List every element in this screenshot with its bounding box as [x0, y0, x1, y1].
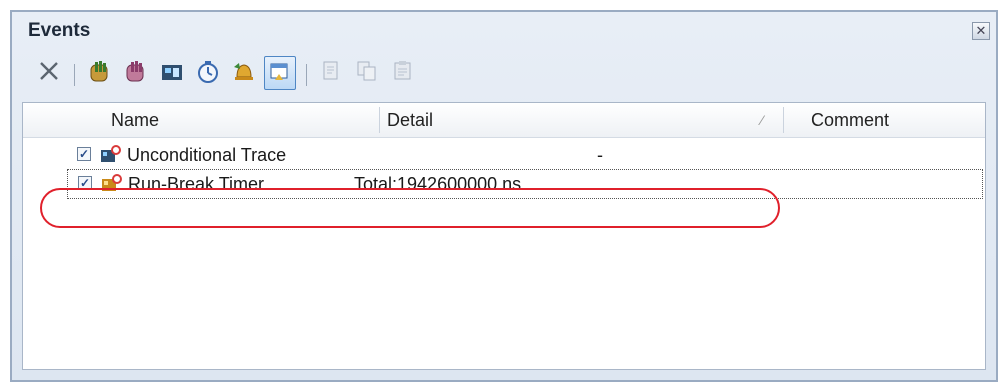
event-view-icon[interactable]: [264, 56, 296, 90]
panel-titlebar: Events ✕: [12, 12, 996, 48]
close-icon[interactable]: ✕: [972, 22, 990, 40]
disabled-paste-icon[interactable]: [388, 56, 420, 90]
row-name: Unconditional Trace: [127, 145, 287, 165]
trace-event-icon: [101, 145, 121, 162]
column-separator[interactable]: [379, 107, 380, 133]
timer-icon[interactable]: [192, 56, 224, 90]
toolbar: [34, 54, 986, 98]
sort-icon: ⁄: [761, 112, 764, 128]
panel-title: Events: [28, 20, 91, 41]
row-checkbox[interactable]: ✓: [77, 147, 91, 161]
table-row[interactable]: ✓ Unconditional Trace -: [67, 141, 985, 169]
column-header-detail[interactable]: Detail: [387, 103, 433, 137]
disabled-copy-icon[interactable]: [352, 56, 384, 90]
column-header-comment[interactable]: Comment: [811, 103, 889, 137]
trace-icon[interactable]: [156, 56, 188, 90]
hardware-break-icon[interactable]: [84, 56, 116, 90]
event-table: Name Detail ⁄ Comment ✓ Unconditional Tr…: [22, 102, 986, 370]
column-separator[interactable]: [783, 107, 784, 133]
software-break-icon[interactable]: [120, 56, 152, 90]
delete-icon[interactable]: [34, 56, 66, 90]
disabled-doc-icon[interactable]: [316, 56, 348, 90]
annotation-highlight: [40, 188, 780, 228]
toolbar-separator: [74, 64, 75, 86]
row-detail: -: [597, 145, 603, 165]
table-header: Name Detail ⁄ Comment: [23, 103, 985, 138]
toolbar-separator: [306, 64, 307, 86]
bell-icon[interactable]: [228, 56, 260, 90]
column-header-name[interactable]: Name: [111, 103, 159, 137]
